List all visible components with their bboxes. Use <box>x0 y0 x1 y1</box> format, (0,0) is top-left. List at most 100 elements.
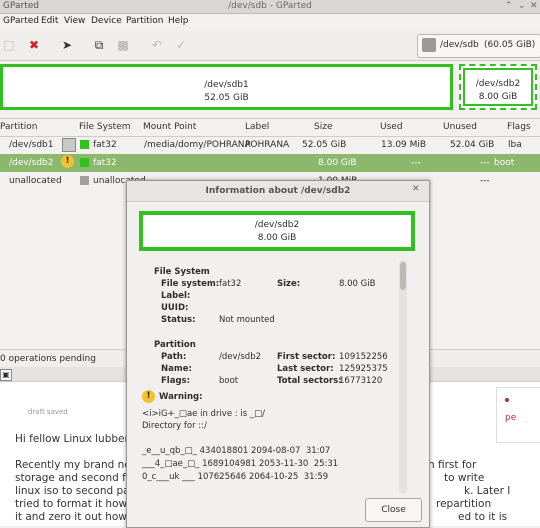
total-sectors-label: Total sectors: <box>277 376 342 386</box>
fs-color-swatch <box>80 140 89 149</box>
dialog-scrollbar[interactable] <box>399 260 407 494</box>
row-mount: /media/domy/POHRANA <box>144 140 251 150</box>
menu-bar: GParted Edit View Device Partition Help <box>0 14 540 30</box>
device-size: (60.05 GiB) <box>484 40 536 50</box>
fs-color-swatch <box>80 176 89 185</box>
total-sectors-value: 16773120 <box>339 376 383 386</box>
drive-icon <box>422 38 436 52</box>
row-flags: lba <box>508 140 522 150</box>
dir-entry: ___4_□ae_□_ 1689104981 2053-11-30 25:31 <box>142 459 339 469</box>
close-button[interactable]: Close <box>365 498 422 522</box>
apply-icon[interactable]: ✓ <box>174 38 188 52</box>
graph-partition-sdb2[interactable]: /dev/sdb2 8.00 GiB <box>459 64 537 110</box>
new-partition-icon[interactable]: □ <box>2 38 16 52</box>
first-sector-label: First sector: <box>277 352 336 362</box>
side-text: pe <box>505 413 517 423</box>
graph-p2-size: 8.00 GiB <box>478 92 518 102</box>
row-fs: fat32 <box>93 140 117 150</box>
graph-p1-name: /dev/sdb1 <box>204 80 249 90</box>
menu-gparted[interactable]: GParted <box>3 16 39 26</box>
table-row[interactable]: /dev/sdb2 ! fat32 8.00 GiB --- --- boot <box>0 154 540 172</box>
body-line-end: ed to it is <box>458 511 508 523</box>
close-window-icon[interactable]: ✕ <box>530 1 538 11</box>
row-used: 13.09 MiB <box>381 140 427 150</box>
table-header: Partition File System Mount Point Label … <box>0 118 540 137</box>
warning-icon: ! <box>142 390 155 403</box>
dialog-details: File System File system: fat32 Size: 8.0… <box>137 259 407 494</box>
col-label[interactable]: Label <box>245 122 269 132</box>
row-partition: /dev/sdb2 <box>9 158 54 168</box>
first-sector-value: 109152256 <box>339 352 388 362</box>
col-filesystem[interactable]: File System <box>79 122 130 132</box>
menu-partition[interactable]: Partition <box>126 16 164 26</box>
menu-help[interactable]: Help <box>168 16 189 26</box>
dir-entry: _e__u_qb_□_ 434018801 2094-08-07 31:07 <box>142 446 331 456</box>
table-row[interactable]: /dev/sdb1 fat32 /media/domy/POHRANA POHR… <box>0 136 540 154</box>
scrollbar-thumb[interactable] <box>400 262 406 290</box>
flags-label: Flags: <box>161 376 190 386</box>
dialog-graph-name: /dev/sdb2 <box>254 220 300 230</box>
body-line-end: h first for <box>428 459 477 471</box>
device-name: /dev/sdb <box>440 40 479 50</box>
name-label: Name: <box>161 364 192 374</box>
warning-icon: ! <box>61 155 74 168</box>
path-value: /dev/sdb2 <box>219 352 262 362</box>
row-fs: fat32 <box>93 158 117 168</box>
partition-heading: Partition <box>154 340 196 350</box>
device-selector[interactable]: /dev/sdb (60.05 GiB) <box>417 34 540 58</box>
resize-move-icon[interactable]: ➤ <box>60 38 74 52</box>
body-line: storage and second for <box>15 472 137 484</box>
row-label: POHRANA <box>245 140 290 150</box>
fs-value: fat32 <box>219 279 242 289</box>
title-bar: GParted /dev/sdb - GParted ⌃ ⌄ ✕ <box>0 0 540 14</box>
path-label: Path: <box>161 352 187 362</box>
body-line: Recently my brand new <box>15 459 140 471</box>
graph-partition-sdb1[interactable]: /dev/sdb1 52.05 GiB <box>0 64 453 110</box>
dialog-close-icon[interactable]: ✕ <box>412 184 420 194</box>
uuid-label: UUID: <box>161 303 189 313</box>
key-icon <box>62 138 76 152</box>
col-partition[interactable]: Partition <box>0 122 38 132</box>
row-size: 8.00 GiB <box>318 158 357 168</box>
fs-heading: File System <box>154 267 210 277</box>
paste-icon[interactable]: ▩ <box>116 38 130 52</box>
size-value: 8.00 GiB <box>339 279 376 289</box>
fs-color-swatch <box>80 158 89 167</box>
delete-icon[interactable]: ✖ <box>27 38 41 52</box>
copy-icon[interactable]: ⧉ <box>92 38 106 52</box>
last-sector-value: 125925375 <box>339 364 388 374</box>
menu-edit[interactable]: Edit <box>41 16 58 26</box>
col-flags[interactable]: Flags <box>507 122 531 132</box>
menu-view[interactable]: View <box>64 16 85 26</box>
col-unused[interactable]: Unused <box>443 122 477 132</box>
col-mountpoint[interactable]: Mount Point <box>143 122 196 132</box>
row-partition: unallocated <box>9 176 62 186</box>
row-used: --- <box>411 158 421 168</box>
minimize-icon[interactable]: ⌃ <box>505 1 513 11</box>
warning-line: <i>iG+_□ae in drive : is _□/ <box>142 409 265 419</box>
col-size[interactable]: Size <box>314 122 332 132</box>
window-title: /dev/sdb - GParted <box>228 1 312 11</box>
status-text: 0 operations pending <box>0 354 96 364</box>
dialog-graph-size: 8.00 GiB <box>257 233 297 243</box>
label-label: Label: <box>161 291 191 301</box>
status-label: Status: <box>161 315 196 325</box>
undo-icon[interactable]: ↶ <box>150 38 164 52</box>
info-dialog: Information about /dev/sdb2 ✕ /dev/sdb2 … <box>126 180 430 528</box>
draft-saved: draft saved <box>28 408 68 416</box>
body-line-end: to write <box>444 472 485 484</box>
maximize-icon[interactable]: ⌄ <box>518 1 526 11</box>
dialog-partition-graph: /dev/sdb2 8.00 GiB <box>139 211 415 251</box>
graph-p1-size: 52.05 GiB <box>204 93 249 103</box>
dialog-title: Information about /dev/sdb2 <box>127 181 429 202</box>
row-partition: /dev/sdb1 <box>9 140 54 150</box>
partition-graph: /dev/sdb1 52.05 GiB /dev/sdb2 8.00 GiB <box>0 62 540 116</box>
col-used[interactable]: Used <box>380 122 403 132</box>
last-sector-label: Last sector: <box>277 364 334 374</box>
row-unused: --- <box>480 158 490 168</box>
body-line-end: k. Later I <box>464 485 511 497</box>
greeting-text: Hi fellow Linux lubbers <box>15 433 135 445</box>
editor-icon[interactable]: ▣ <box>0 369 12 381</box>
body-line: linux iso to second part <box>15 485 139 497</box>
menu-device[interactable]: Device <box>91 16 122 26</box>
